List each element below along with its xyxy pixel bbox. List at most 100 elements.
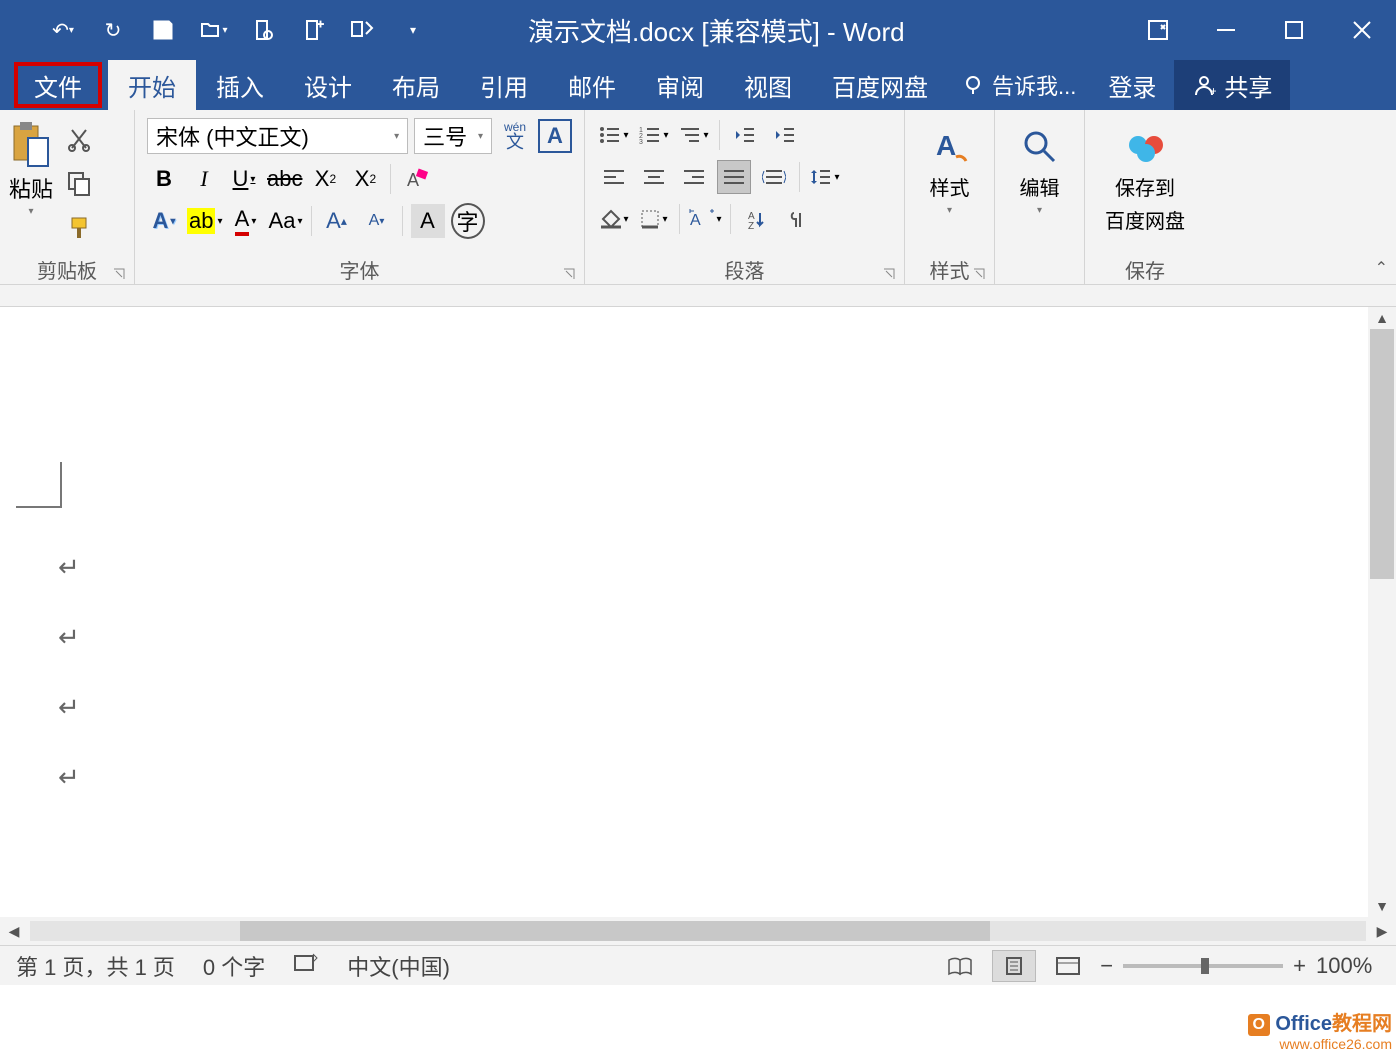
styles-button[interactable]: A 样式 ▾ <box>913 116 986 216</box>
page-status[interactable]: 第 1 页，共 1 页 <box>16 950 175 982</box>
subscript-button[interactable]: X2 <box>308 162 342 196</box>
scroll-down-button[interactable]: ▼ <box>1368 895 1396 917</box>
login-button[interactable]: 登录 <box>1090 60 1174 110</box>
tell-me-search[interactable]: 告诉我... <box>948 60 1090 110</box>
maximize-button[interactable] <box>1260 0 1328 60</box>
scroll-right-button[interactable]: ▶ <box>1368 917 1396 945</box>
character-border-button[interactable]: A <box>538 119 572 153</box>
vscroll-track[interactable] <box>1368 329 1396 895</box>
sort-button[interactable]: AZ <box>739 202 773 236</box>
align-left-button[interactable] <box>597 160 631 194</box>
shading-button[interactable]: ▾ <box>597 202 631 236</box>
new-button[interactable]: + <box>298 15 328 45</box>
format-painter-button[interactable] <box>62 210 96 244</box>
clear-formatting-button[interactable]: A <box>399 162 433 196</box>
zoom-in-button[interactable]: + <box>1293 953 1306 979</box>
hscroll-track[interactable] <box>30 921 1366 941</box>
bullets-button[interactable]: ▾ <box>597 118 631 152</box>
zoom-out-button[interactable]: − <box>1100 953 1113 979</box>
paragraph-mark: ↵ <box>58 762 80 793</box>
print-layout-button[interactable] <box>992 950 1036 982</box>
clipboard-launcher[interactable] <box>112 264 128 280</box>
share-button[interactable]: + 共享 <box>1174 60 1290 110</box>
bold-button[interactable]: B <box>147 162 181 196</box>
numbering-button[interactable]: 123▾ <box>637 118 671 152</box>
touch-mode-button[interactable] <box>348 15 378 45</box>
scroll-left-button[interactable]: ◀ <box>0 917 28 945</box>
asian-layout-button[interactable]: A▾ <box>688 202 722 236</box>
tab-view[interactable]: 视图 <box>724 60 812 110</box>
word-count[interactable]: 0 个字 <box>203 950 265 982</box>
open-button[interactable]: ▾ <box>198 15 228 45</box>
shrink-font-button[interactable]: A▾ <box>360 204 394 238</box>
strikethrough-button[interactable]: abc <box>267 162 302 196</box>
spellcheck-icon[interactable] <box>293 952 319 980</box>
paragraph-launcher[interactable] <box>882 264 898 280</box>
document-area[interactable]: ↵ ↵ ↵ ↵ ▲ ▼ <box>0 307 1396 917</box>
print-preview-button[interactable] <box>248 15 278 45</box>
scroll-up-button[interactable]: ▲ <box>1368 307 1396 329</box>
enclose-characters-button[interactable]: 字 <box>451 204 485 238</box>
save-button[interactable] <box>148 15 178 45</box>
styles-launcher[interactable] <box>972 264 988 280</box>
paste-button[interactable]: 粘贴 ▾ <box>8 116 54 217</box>
styles-label: 样式 <box>930 172 970 201</box>
vscroll-thumb[interactable] <box>1370 329 1394 579</box>
ribbon-display-button[interactable] <box>1124 0 1192 60</box>
superscript-button[interactable]: X2 <box>348 162 382 196</box>
underline-button[interactable]: U▾ <box>227 162 261 196</box>
minimize-button[interactable] <box>1192 0 1260 60</box>
tab-mail[interactable]: 邮件 <box>548 60 636 110</box>
font-launcher[interactable] <box>562 264 578 280</box>
language-status[interactable]: 中文(中国) <box>347 950 450 982</box>
tab-layout[interactable]: 布局 <box>372 60 460 110</box>
change-case-button[interactable]: Aa▾ <box>269 204 303 238</box>
zoom-level[interactable]: 100% <box>1316 953 1386 979</box>
text-effects-button[interactable]: A▾ <box>147 204 181 238</box>
borders-button[interactable]: ▾ <box>637 202 671 236</box>
cut-button[interactable] <box>62 122 96 156</box>
copy-button[interactable] <box>62 166 96 200</box>
italic-button[interactable]: I <box>187 162 221 196</box>
tab-insert[interactable]: 插入 <box>196 60 284 110</box>
justify-button[interactable] <box>717 160 751 194</box>
font-name-combo[interactable]: 宋体 (中文正文)▾ <box>147 118 408 154</box>
highlight-button[interactable]: ab▾ <box>187 204 223 238</box>
tab-home[interactable]: 开始 <box>108 60 196 110</box>
show-marks-button[interactable] <box>779 202 813 236</box>
font-size-combo[interactable]: 三号▾ <box>414 118 492 154</box>
increase-indent-button[interactable] <box>768 118 802 152</box>
font-color-button[interactable]: A▾ <box>229 204 263 238</box>
distributed-button[interactable] <box>757 160 791 194</box>
tab-references[interactable]: 引用 <box>460 60 548 110</box>
align-center-button[interactable] <box>637 160 671 194</box>
tab-design[interactable]: 设计 <box>284 60 372 110</box>
undo-button[interactable]: ↶▾ <box>48 15 78 45</box>
repeat-button[interactable]: ↻ <box>98 15 128 45</box>
character-shading-button[interactable]: A <box>411 204 445 238</box>
zoom-knob[interactable] <box>1201 958 1209 974</box>
grow-font-button[interactable]: A▴ <box>320 204 354 238</box>
align-right-button[interactable] <box>677 160 711 194</box>
edit-button[interactable]: 编辑 ▾ <box>1003 116 1076 216</box>
tab-review[interactable]: 审阅 <box>636 60 724 110</box>
save-baidu-label-2: 百度网盘 <box>1105 205 1185 234</box>
collapse-ribbon-button[interactable]: ⌃ <box>1375 258 1388 278</box>
phonetic-guide-button[interactable]: wén文 <box>498 119 532 153</box>
zoom-track[interactable] <box>1123 964 1283 968</box>
group-save-label: 保存 <box>1125 255 1165 284</box>
multilevel-list-button[interactable]: ▾ <box>677 118 711 152</box>
save-to-baidu-button[interactable]: 保存到 百度网盘 <box>1093 116 1197 234</box>
line-spacing-button[interactable]: ▾ <box>808 160 842 194</box>
read-mode-button[interactable] <box>938 950 982 982</box>
qat-customize-button[interactable]: ▾ <box>398 15 428 45</box>
ruler[interactable] <box>0 285 1396 307</box>
close-button[interactable] <box>1328 0 1396 60</box>
decrease-indent-button[interactable] <box>728 118 762 152</box>
eraser-icon: A <box>403 166 429 192</box>
hscroll-thumb[interactable] <box>240 921 990 941</box>
watermark-icon: O <box>1248 1014 1270 1036</box>
tab-file[interactable]: 文件 <box>14 62 102 108</box>
web-layout-button[interactable] <box>1046 950 1090 982</box>
tab-baidu[interactable]: 百度网盘 <box>812 60 948 110</box>
